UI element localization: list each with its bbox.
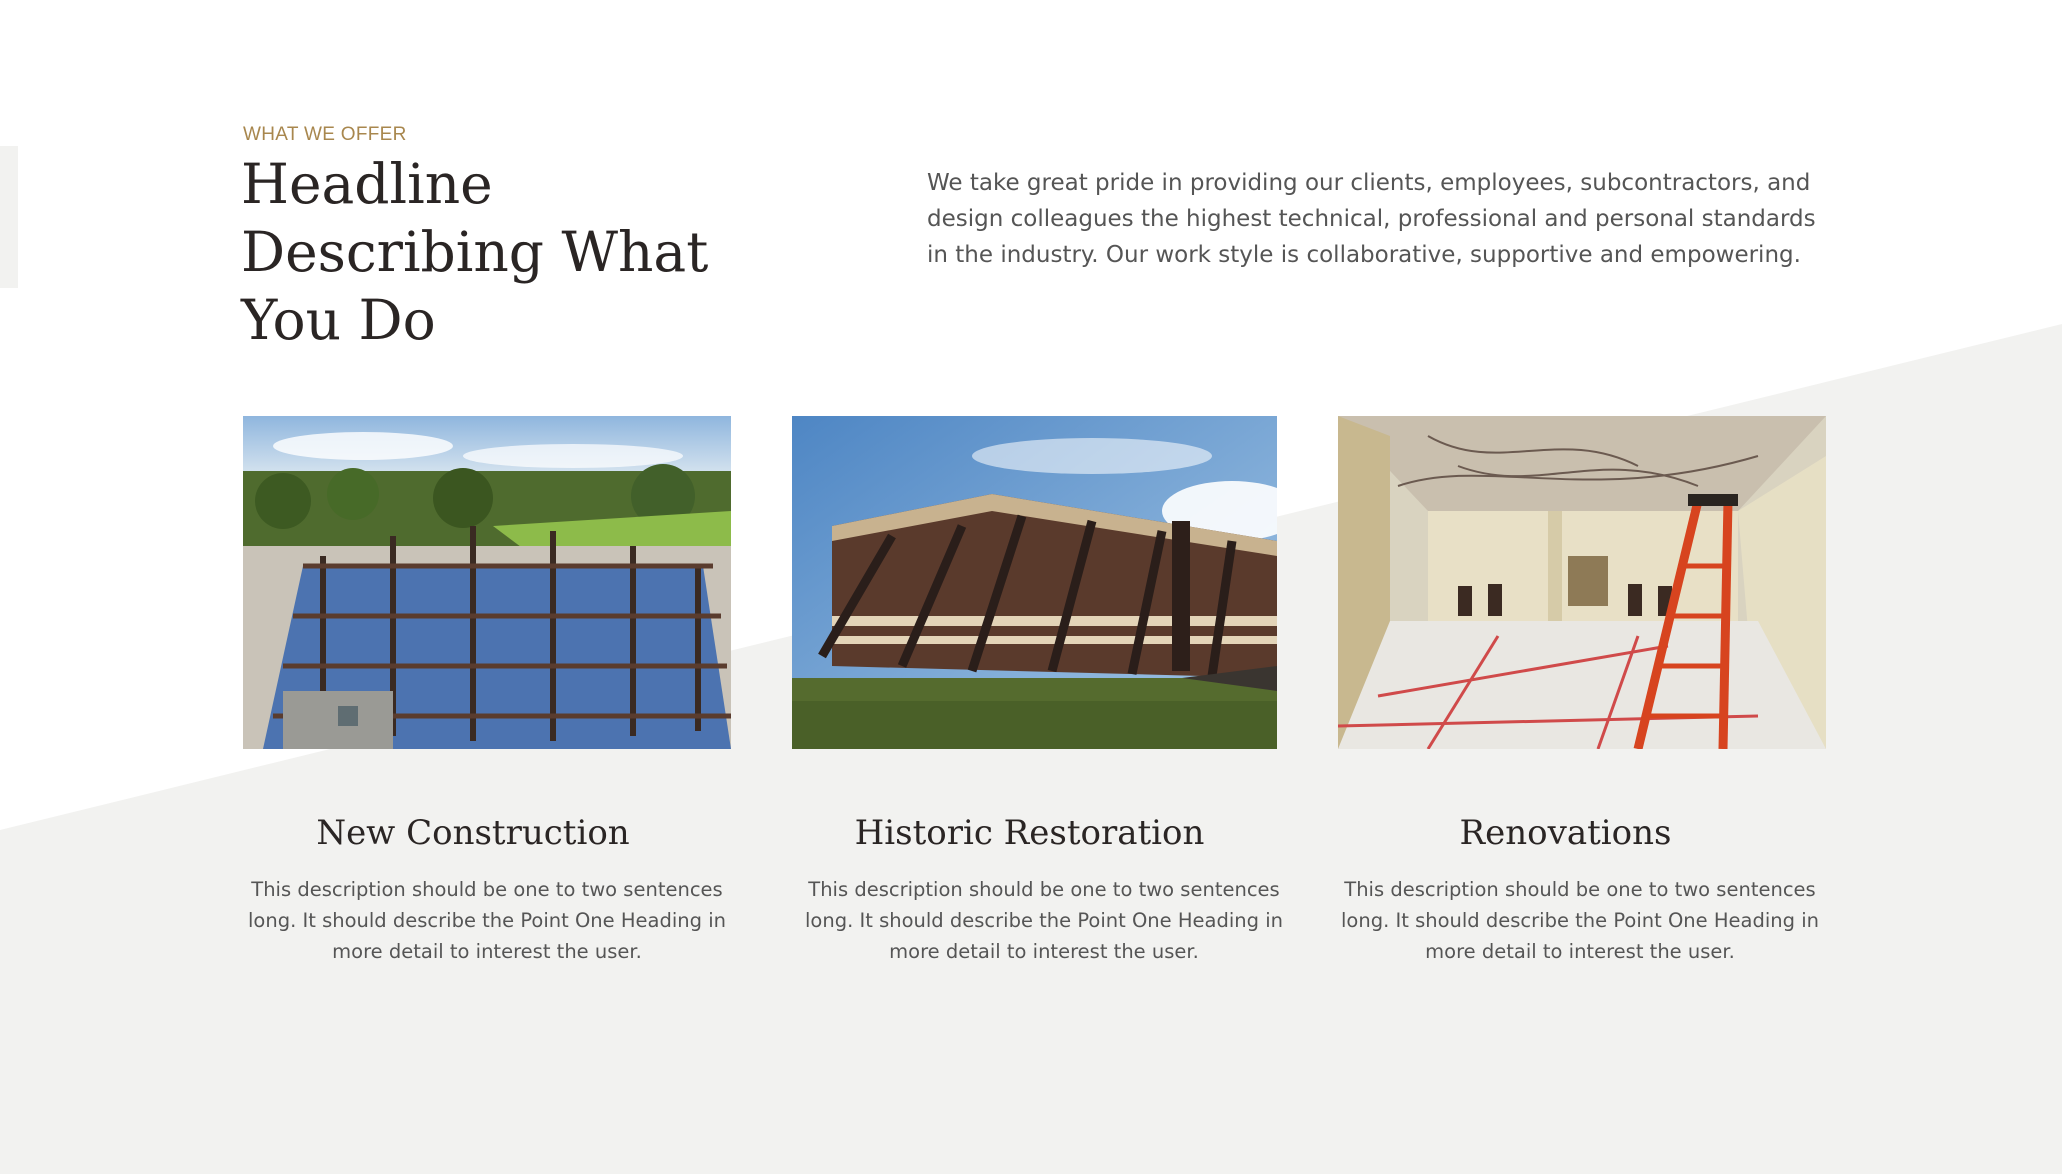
left-edge-tab bbox=[0, 146, 18, 288]
service-image-renovations bbox=[1338, 416, 1826, 749]
section-headline: Headline Describing What You Do bbox=[241, 152, 709, 352]
service-image-historic-restoration bbox=[792, 416, 1277, 749]
service-image-new-construction bbox=[243, 416, 731, 749]
section-intro: We take great pride in providing our cli… bbox=[927, 170, 1816, 268]
service-description-renovations: This description should be one to two se… bbox=[1341, 878, 1819, 963]
service-title-historic-restoration: Historic Restoration bbox=[854, 813, 1205, 853]
services-section: WHAT WE OFFER Headline Describing What Y… bbox=[0, 0, 2062, 1174]
service-description-historic-restoration: This description should be one to two se… bbox=[805, 878, 1283, 963]
service-title-new-construction: New Construction bbox=[316, 813, 630, 853]
section-eyebrow: WHAT WE OFFER bbox=[243, 124, 407, 145]
service-title-renovations: Renovations bbox=[1459, 813, 1672, 853]
service-description-new-construction: This description should be one to two se… bbox=[248, 878, 726, 963]
